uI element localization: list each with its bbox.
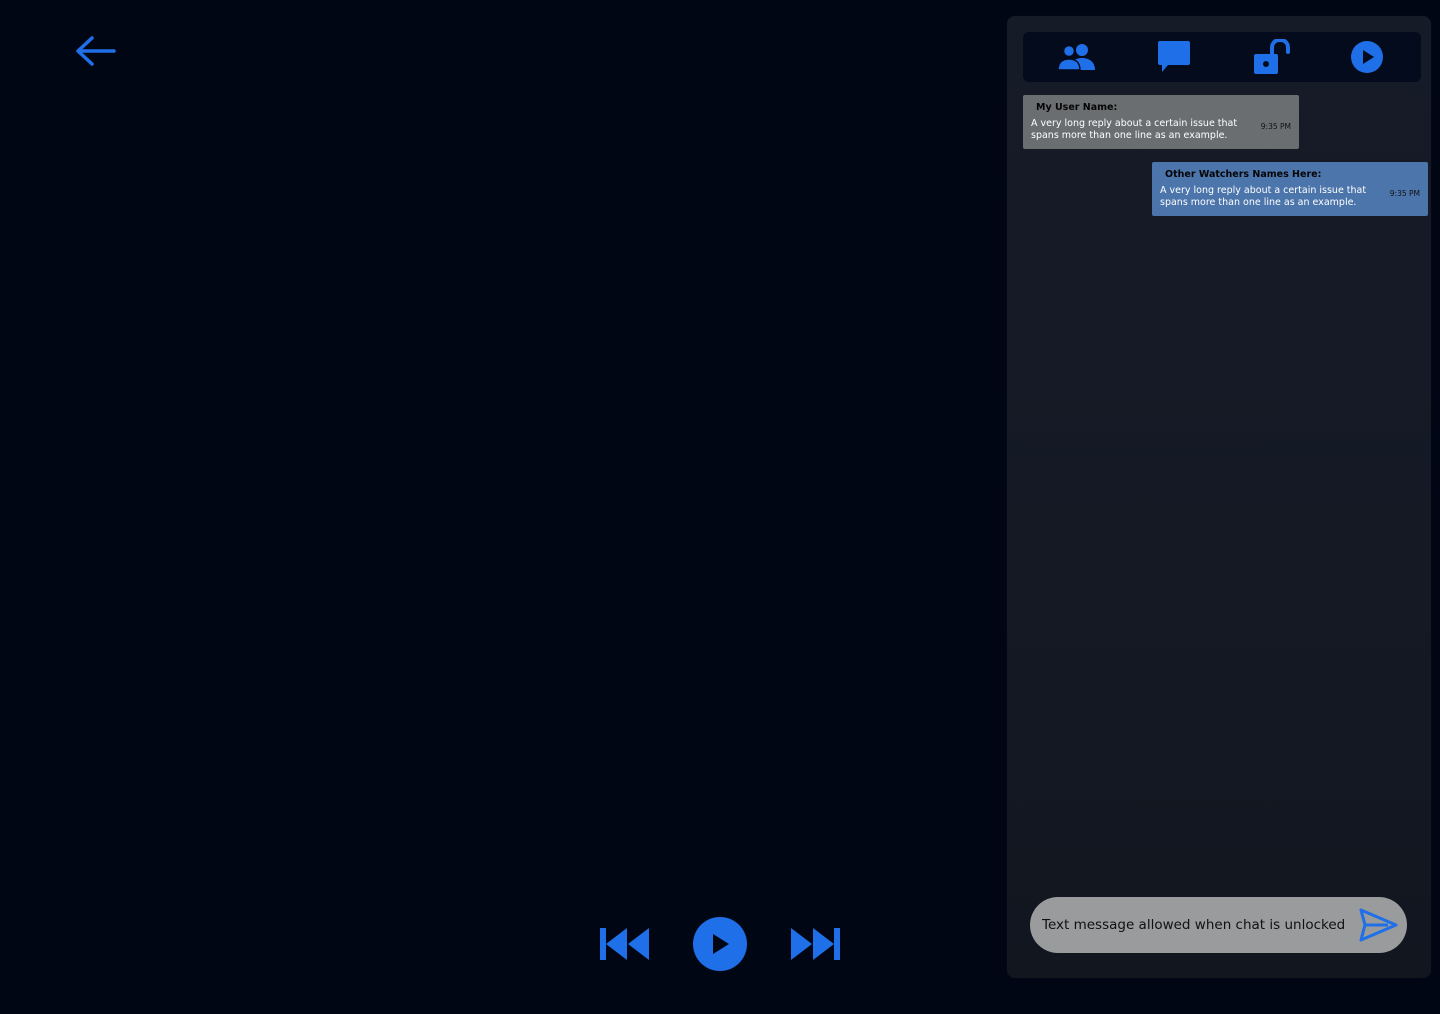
message-other: Other Watchers Names Here: A very long r… (1152, 162, 1428, 216)
play-circle-icon (1351, 41, 1383, 73)
skip-next-icon (791, 928, 840, 960)
panel-tab-bar (1023, 32, 1421, 82)
people-icon (1058, 44, 1095, 71)
message-timestamp: 9:35 PM (1260, 122, 1291, 131)
play-button[interactable] (692, 916, 748, 972)
chat-panel: My User Name: A very long reply about a … (1007, 16, 1431, 978)
message-text: A very long reply about a certain issue … (1160, 185, 1367, 208)
message-sender: My User Name: (1036, 102, 1118, 113)
lock-open-icon (1254, 39, 1290, 74)
message-text: A very long reply about a certain issue … (1031, 118, 1238, 141)
chat-bubble-icon (1158, 41, 1190, 72)
message-timestamp: 9:35 PM (1389, 189, 1420, 198)
message-input[interactable] (1042, 914, 1352, 936)
skip-next-button[interactable] (790, 927, 842, 961)
send-button[interactable] (1358, 908, 1398, 942)
tab-chat[interactable] (1144, 32, 1204, 82)
skip-previous-button[interactable] (598, 927, 650, 961)
skip-previous-icon (600, 928, 649, 960)
message-mine: My User Name: A very long reply about a … (1023, 95, 1299, 149)
message-sender: Other Watchers Names Here: (1165, 169, 1322, 180)
tab-watchers[interactable] (1047, 32, 1107, 82)
tab-lock[interactable] (1241, 32, 1301, 82)
arrow-left-icon (76, 36, 116, 66)
back-button[interactable] (72, 32, 118, 70)
play-circle-icon (693, 917, 747, 971)
message-composer (1030, 897, 1407, 953)
tab-player[interactable] (1337, 32, 1397, 82)
send-icon (1359, 908, 1398, 942)
player-controls (596, 916, 844, 972)
